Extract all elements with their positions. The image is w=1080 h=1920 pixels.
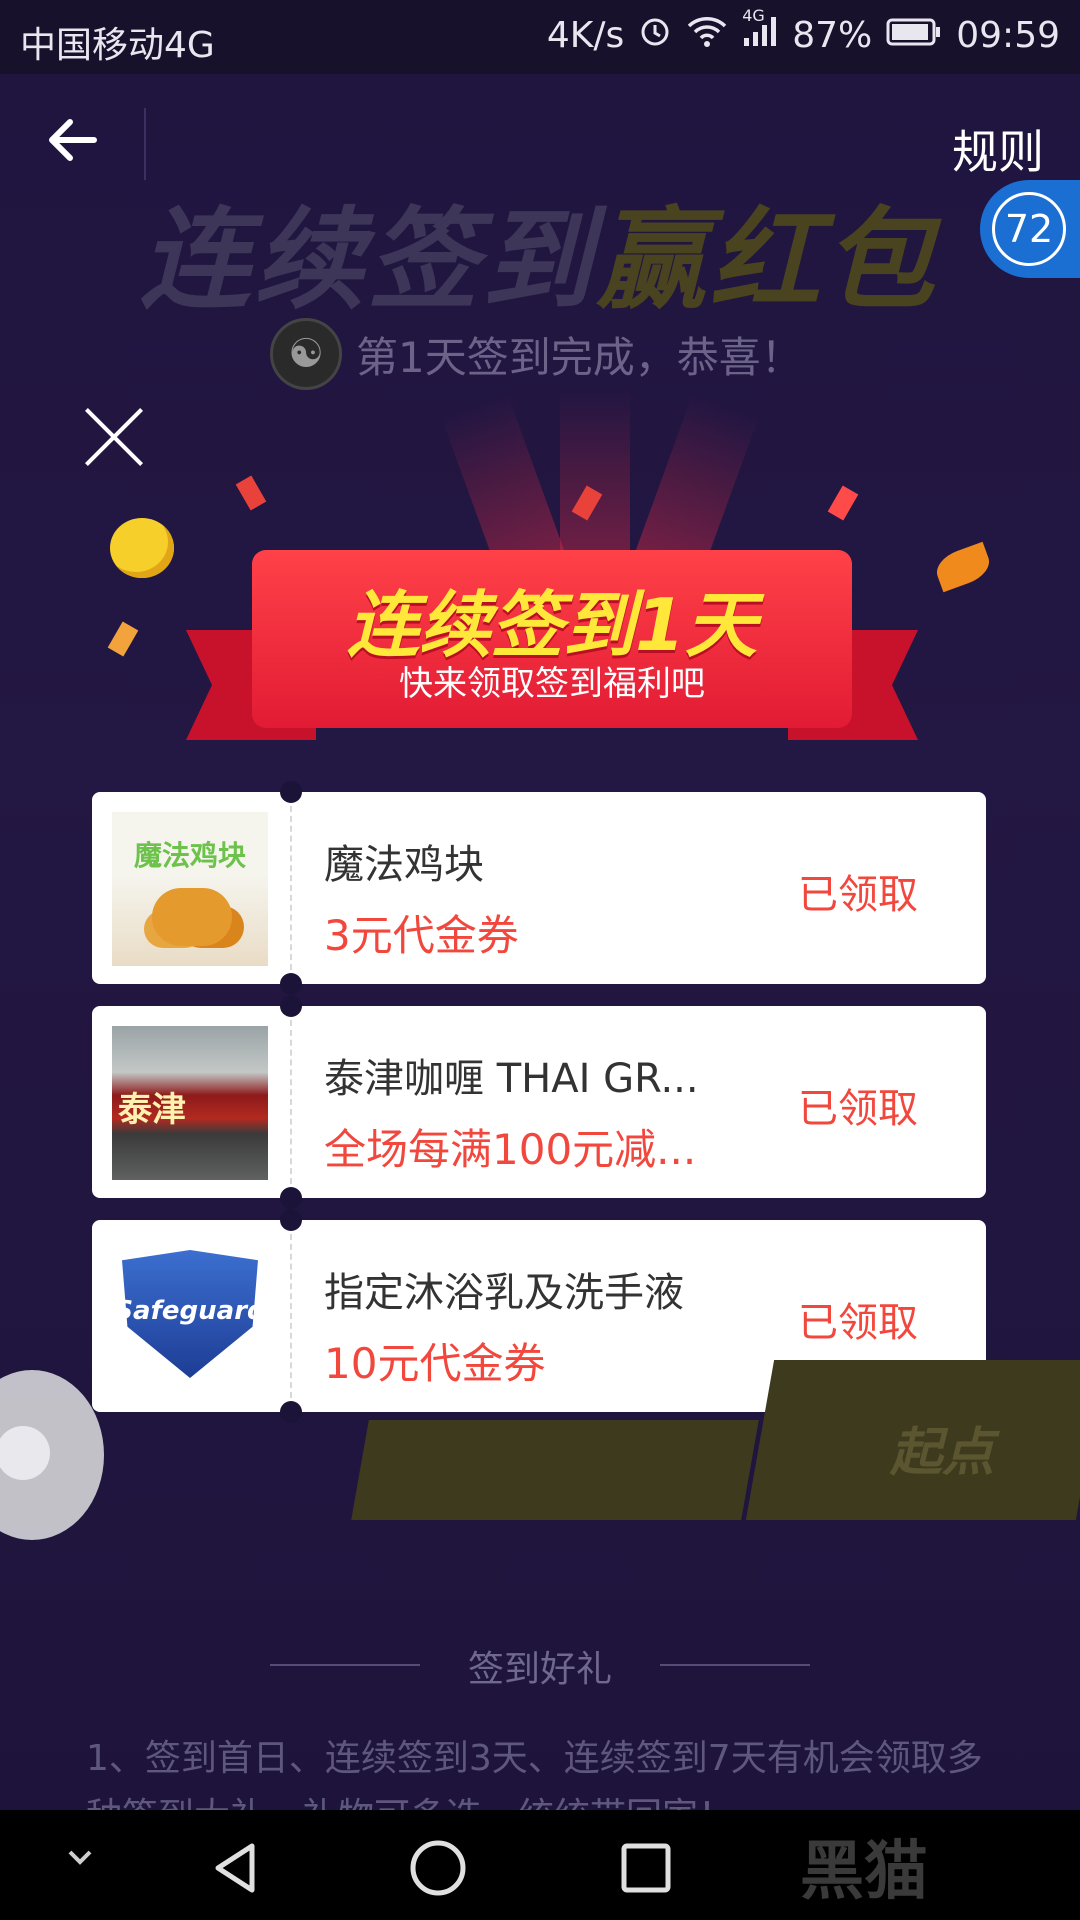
- coupon-name: 泰津咖喱 THAI GR...: [324, 1056, 699, 1102]
- close-button[interactable]: [82, 404, 148, 470]
- coupon-value: 全场每满100元减...: [324, 1125, 697, 1174]
- coupon-value: 3元代金券: [324, 911, 519, 960]
- triangle-back-icon[interactable]: [206, 1838, 266, 1898]
- coupon-name: 指定沐浴乳及洗手液: [324, 1270, 684, 1316]
- coupon-thumbnail: 泰津: [112, 1026, 268, 1180]
- battery-percent: 87%: [792, 15, 873, 56]
- ribbon-body: 连续签到1天 快来领取签到福利吧: [252, 550, 852, 728]
- arrow-left-icon: [49, 119, 97, 161]
- watermark: 黑猫: [800, 1835, 928, 1909]
- back-button[interactable]: [44, 112, 114, 182]
- nav-divider: [144, 108, 146, 180]
- chicken-nugget-image: [152, 888, 232, 946]
- board-tile: [351, 1420, 759, 1520]
- carrier-label: 中国移动4G: [20, 25, 215, 66]
- coupon-card[interactable]: 泰津 泰津咖喱 THAI GR... 全场每满100元减... 已领取: [92, 995, 986, 1209]
- coupon-thumbnail: Safeguard: [112, 1240, 268, 1394]
- rules-link[interactable]: 规则: [952, 116, 1044, 182]
- checkin-status: ☯ 第1天签到完成，恭喜！: [270, 318, 803, 390]
- floating-badge[interactable]: 72: [980, 180, 1080, 278]
- square-recent-icon[interactable]: [616, 1838, 676, 1898]
- status-indicators: 4K/s 4G 87% 09:59: [546, 6, 1060, 57]
- perforation: [290, 1020, 292, 1184]
- checkin-status-text: 第1天签到完成，恭喜！: [356, 332, 803, 382]
- notch: [280, 1401, 302, 1423]
- claim-status[interactable]: 已领取: [798, 1290, 918, 1348]
- status-bar: 中国移动4G 4K/s 4G 87% 09:59: [0, 0, 1080, 74]
- clock: 09:59: [956, 15, 1060, 56]
- circle-home-icon[interactable]: [408, 1838, 468, 1898]
- perforation: [290, 1234, 292, 1398]
- claim-status[interactable]: 已领取: [798, 862, 918, 920]
- headline: 连续签到赢红包: [140, 196, 938, 324]
- battery-icon: [886, 15, 942, 56]
- yin-yang-icon: ☯: [270, 318, 342, 390]
- coupon-name: 魔法鸡块: [324, 842, 484, 888]
- start-label: 起点: [890, 1423, 995, 1483]
- coin-icon: [110, 518, 174, 578]
- ribbon-banner: 连续签到1天 快来领取签到福利吧: [186, 550, 918, 766]
- signal-icon: 4G: [742, 6, 778, 57]
- notch: [280, 995, 302, 1017]
- assistant-dot-icon: [0, 1426, 50, 1480]
- notch: [280, 1187, 302, 1209]
- ribbon-subtitle: 快来领取签到福利吧: [399, 664, 705, 704]
- coupon-value: 10元代金券: [324, 1339, 546, 1388]
- wifi-icon: [686, 14, 728, 57]
- coupon-card[interactable]: 魔法鸡块 魔法鸡块 3元代金券 已领取: [92, 781, 986, 995]
- gift-section-heading: 签到好礼: [270, 1640, 810, 1692]
- perforation: [290, 806, 292, 970]
- network-type: 4G: [742, 6, 765, 25]
- net-speed: 4K/s: [546, 15, 625, 56]
- badge-count: 72: [992, 192, 1066, 266]
- claim-status[interactable]: 已领取: [798, 1076, 918, 1134]
- coupon-thumbnail: 魔法鸡块: [112, 812, 268, 966]
- alarm-icon: [638, 14, 672, 57]
- chevron-down-icon[interactable]: [62, 1840, 122, 1900]
- notch: [280, 781, 302, 803]
- notch: [280, 1209, 302, 1231]
- notch: [280, 973, 302, 995]
